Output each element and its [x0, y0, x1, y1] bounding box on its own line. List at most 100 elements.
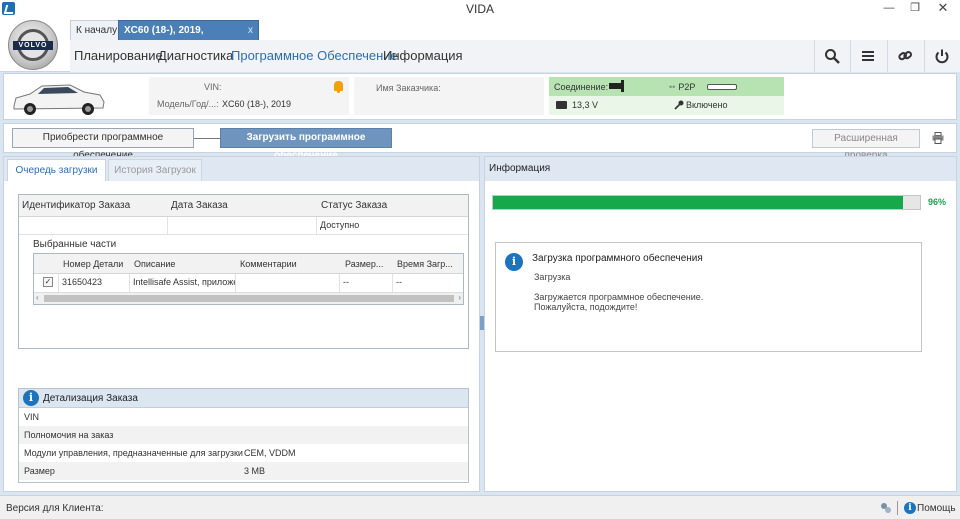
- close-window-button[interactable]: ✕: [930, 0, 956, 17]
- info-icon: i: [23, 390, 39, 406]
- nav-planning[interactable]: Планирование: [74, 48, 163, 63]
- parts-table-header: Номер Детали Описание Комментарии Размер…: [34, 254, 463, 274]
- message-subtitle: Загрузка: [534, 272, 571, 282]
- detail-row: Размер 3 MB: [19, 462, 468, 480]
- p2p-label: •• P2P: [669, 82, 696, 92]
- col-part-number[interactable]: Номер Детали: [63, 259, 123, 269]
- info-icon: i: [505, 253, 523, 271]
- col-order-id[interactable]: Идентификатор Заказа: [22, 200, 130, 211]
- order-table: Идентификатор Заказа Дата Заказа Статус …: [18, 194, 469, 349]
- client-version-label: Версия для Клиента:: [6, 503, 104, 514]
- selected-parts-label: Выбранные части: [33, 239, 117, 250]
- detail-row: VIN: [24, 412, 40, 422]
- connection-box: Соединение: •• P2P 13,3 V Включено: [549, 77, 784, 115]
- tab-download-queue[interactable]: Очередь загрузки: [7, 159, 106, 181]
- download-progress-bar: [492, 195, 921, 210]
- window-title: VIDA: [465, 2, 494, 16]
- nav-information[interactable]: Информация: [383, 48, 463, 63]
- link-button[interactable]: [887, 40, 921, 72]
- message-line-2: Пожалуйста, подождите!: [534, 302, 638, 312]
- app-header: VOLVO К началу XC60 (18-), 2019, B4204T2…: [0, 17, 960, 72]
- tab-home[interactable]: К началу: [70, 20, 124, 40]
- list-button[interactable]: [850, 40, 884, 72]
- network-status-icon[interactable]: [880, 502, 892, 514]
- customer-box: Имя Заказчика:: [354, 77, 544, 115]
- model-value: XC60 (18-), 2019: [222, 99, 292, 109]
- col-size[interactable]: Размер...: [345, 259, 383, 269]
- car-image: [13, 84, 105, 115]
- connection-label: Соединение:: [554, 82, 609, 92]
- col-description[interactable]: Описание: [134, 259, 175, 269]
- vin-label: VIN:: [204, 82, 222, 92]
- part-comment: [236, 274, 340, 292]
- col-comments[interactable]: Комментарии: [240, 259, 297, 269]
- progress-fill: [493, 196, 903, 209]
- col-order-date[interactable]: Дата Заказа: [171, 200, 228, 211]
- part-checkbox[interactable]: ✓: [43, 277, 53, 287]
- tab-download-history[interactable]: История Загрузок: [108, 159, 202, 181]
- table-row[interactable]: Доступно: [19, 217, 468, 235]
- extended-check-button[interactable]: Расширенная проверка: [812, 129, 920, 161]
- progress-percent: 96%: [928, 197, 947, 207]
- help-icon[interactable]: i: [904, 502, 916, 514]
- part-time: --: [396, 277, 402, 287]
- parts-table: Номер Детали Описание Комментарии Размер…: [33, 253, 464, 305]
- ignition-value: Включено: [686, 100, 728, 110]
- information-title: Информация: [485, 157, 956, 181]
- help-link[interactable]: Помощь: [917, 503, 956, 514]
- power-icon: [935, 49, 949, 64]
- bell-icon[interactable]: [334, 81, 343, 93]
- power-button[interactable]: [924, 40, 958, 72]
- model-label: Модель/Год/...:: [157, 99, 219, 109]
- vin-box: VIN: Модель/Год/...: XC60 (18-), 2019: [149, 77, 349, 115]
- logo-text: VOLVO: [13, 41, 53, 50]
- detail-row: Полномочия на заказ: [19, 426, 468, 444]
- order-table-header: Идентификатор Заказа Дата Заказа Статус …: [19, 195, 468, 217]
- software-toolbar: Приобрести программное обеспечение Загру…: [3, 123, 957, 161]
- scroll-right-icon[interactable]: ›: [458, 293, 461, 302]
- nav-diagnostics[interactable]: Диагностика: [158, 48, 233, 63]
- customer-label: Имя Заказчика:: [376, 83, 441, 93]
- battery-icon: [556, 101, 567, 109]
- download-message: i Загрузка программного обеспечения Загр…: [495, 242, 922, 352]
- link-icon: [898, 51, 913, 61]
- scrollbar-thumb[interactable]: [44, 295, 454, 302]
- buy-software-button[interactable]: Приобрести программное обеспечение: [12, 128, 194, 161]
- title-bar: VIDA — ❐ ✕: [0, 0, 960, 17]
- vehicle-info-bar: VIN: Модель/Год/...: XC60 (18-), 2019 Им…: [3, 73, 957, 120]
- status-bar: Версия для Клиента: i Помощь: [0, 495, 960, 519]
- information-panel: Информация 96% i Загрузка программного о…: [484, 156, 957, 492]
- key-icon: [674, 100, 684, 110]
- main-nav: Планирование Диагностика Программное Обе…: [70, 40, 960, 72]
- horizontal-scrollbar[interactable]: ‹ ›: [34, 292, 463, 304]
- col-order-status[interactable]: Статус Заказа: [321, 200, 387, 211]
- search-button[interactable]: [814, 40, 848, 72]
- plug-icon: [609, 80, 624, 92]
- scroll-left-icon[interactable]: ‹: [36, 293, 39, 302]
- tab-vehicle[interactable]: XC60 (18-), 2019, B4204T20... x: [118, 20, 259, 55]
- table-row[interactable]: ✓ 31650423 Intellisafe Assist, приложен …: [34, 274, 463, 292]
- list-icon: [862, 51, 874, 61]
- tab-close-icon[interactable]: x: [248, 21, 253, 40]
- print-icon[interactable]: [932, 132, 944, 144]
- part-size: --: [340, 274, 393, 292]
- message-line-1: Загружается программное обеспечение.: [534, 292, 704, 302]
- minimize-button[interactable]: —: [876, 0, 902, 17]
- col-download-time[interactable]: Время Загр...: [397, 259, 453, 269]
- detail-row: Модули управления, предназначенные для з…: [24, 448, 296, 458]
- order-status-value: Доступно: [320, 220, 360, 230]
- queue-tabs: Очередь загрузки История Загрузок: [4, 157, 479, 181]
- message-title: Загрузка программного обеспечения: [532, 253, 703, 264]
- part-number: 31650423: [59, 274, 130, 292]
- volvo-logo: VOLVO: [8, 20, 58, 70]
- order-details-title: Детализация Заказа: [43, 393, 138, 404]
- nav-software[interactable]: Программное Обеспечение: [231, 48, 398, 63]
- voltage-value: 13,3 V: [572, 100, 599, 110]
- download-software-button[interactable]: Загрузить программное обеспечение: [220, 128, 392, 161]
- p2p-signal-icon: [707, 84, 737, 90]
- download-queue-panel: Очередь загрузки История Загрузок Иденти…: [3, 156, 480, 492]
- order-details: i Детализация Заказа VIN Полномочия на з…: [18, 388, 469, 483]
- search-icon: [825, 49, 840, 64]
- part-description: Intellisafe Assist, приложен: [130, 274, 236, 292]
- maximize-button[interactable]: ❐: [902, 0, 928, 17]
